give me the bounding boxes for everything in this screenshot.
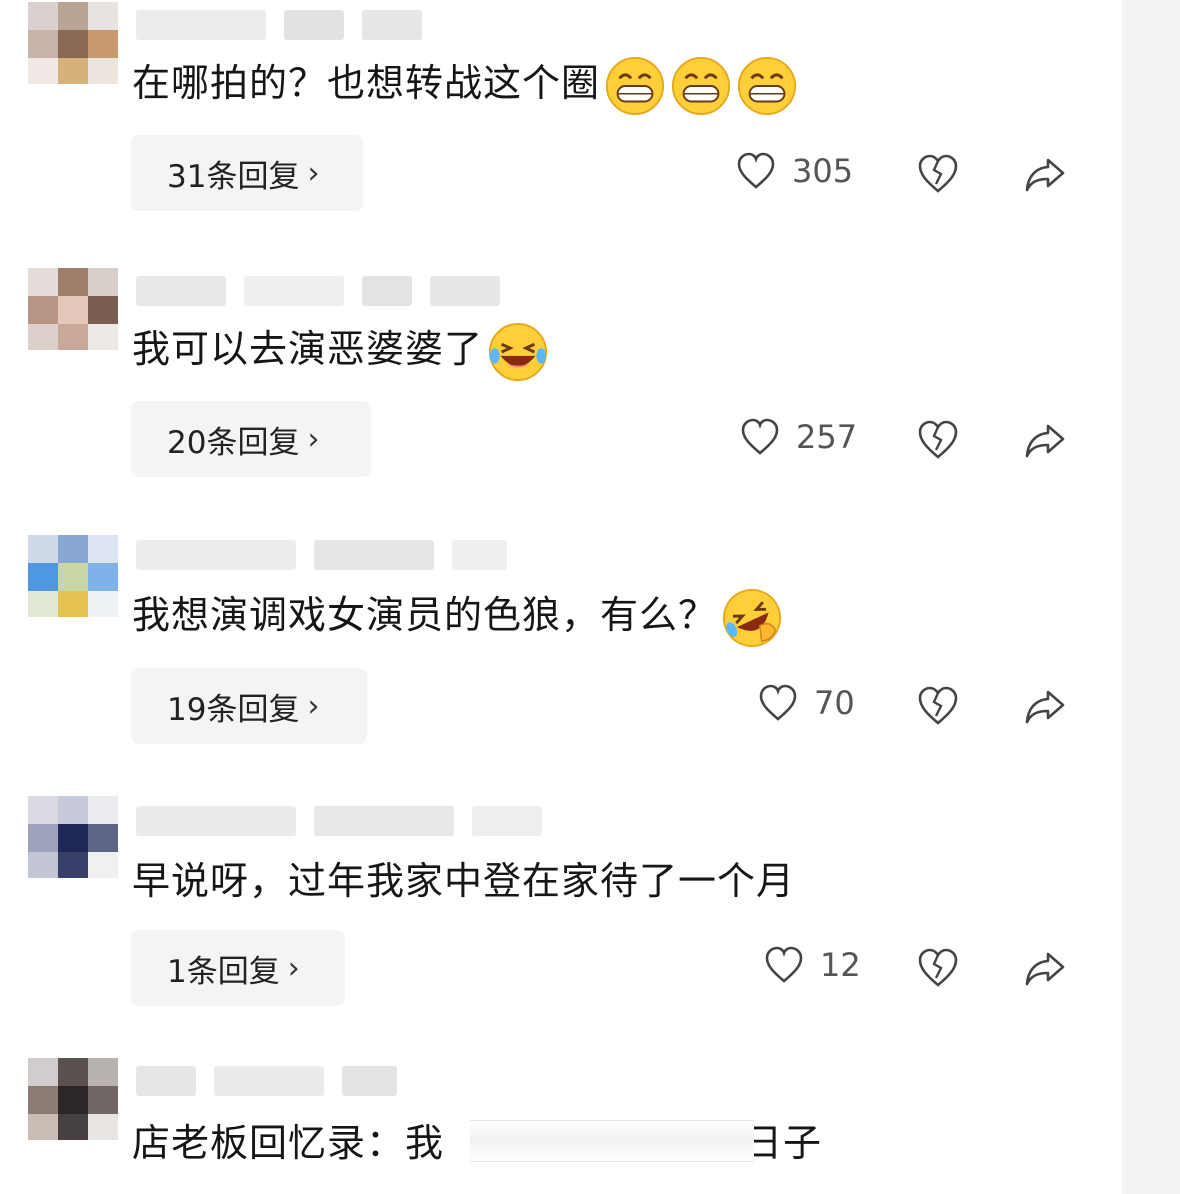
- chevron-right-icon: ›: [287, 950, 300, 986]
- heart-outline-icon: [759, 684, 797, 721]
- redaction-bar: [470, 1120, 754, 1162]
- like-count: 12: [820, 946, 861, 984]
- username-redacted: [136, 806, 542, 836]
- view-replies-button[interactable]: 1条回复 ›: [131, 930, 345, 1006]
- avatar[interactable]: [28, 535, 118, 617]
- username-redacted: [136, 540, 507, 570]
- share-arrow-icon: [1025, 424, 1065, 458]
- broken-heart-icon: [918, 420, 958, 459]
- username-redacted: [136, 1066, 397, 1096]
- chevron-right-icon: ›: [307, 688, 320, 724]
- share-arrow-icon: [1025, 158, 1065, 192]
- laugh-emoji: [488, 322, 548, 381]
- grin-emoji: [605, 56, 665, 115]
- like-button[interactable]: 305: [736, 152, 853, 190]
- like-count: 305: [792, 152, 854, 190]
- comment-text: 我可以去演恶婆婆了: [132, 318, 549, 383]
- chevron-right-icon: ›: [307, 421, 320, 457]
- comment-text: 早说呀，过年我家中登在家待了一个月: [132, 859, 796, 903]
- reply-count: 31条回复: [167, 158, 300, 195]
- broken-heart-icon: [918, 154, 958, 193]
- share-arrow-icon: [1025, 690, 1065, 724]
- share-button[interactable]: [1023, 946, 1067, 990]
- heart-outline-icon: [765, 946, 803, 983]
- heart-outline-icon: [741, 418, 779, 455]
- view-replies-button[interactable]: 19条回复 ›: [131, 668, 367, 744]
- avatar[interactable]: [28, 268, 118, 350]
- broken-heart-icon: [918, 686, 958, 725]
- like-button[interactable]: 257: [740, 418, 857, 456]
- chevron-right-icon: ›: [307, 155, 320, 191]
- grin-emoji: [737, 56, 797, 115]
- username-redacted: [136, 276, 500, 306]
- reply-count: 19条回复: [167, 691, 300, 728]
- avatar[interactable]: [28, 2, 118, 84]
- avatar[interactable]: [28, 796, 118, 878]
- like-count: 70: [814, 684, 855, 722]
- like-button[interactable]: 70: [758, 684, 855, 722]
- dislike-button[interactable]: [916, 152, 960, 196]
- dislike-button[interactable]: [916, 418, 960, 462]
- view-replies-button[interactable]: 31条回复 ›: [131, 135, 363, 211]
- comment-text: 我想演调戏女演员的色狼，有么？: [132, 584, 783, 649]
- share-button[interactable]: [1023, 152, 1067, 196]
- like-button[interactable]: 12: [764, 946, 861, 984]
- reply-count: 20条回复: [167, 424, 300, 461]
- share-arrow-icon: [1025, 952, 1065, 986]
- share-button[interactable]: [1023, 684, 1067, 728]
- rofl-emoji: [722, 588, 782, 647]
- reply-count: 1条回复: [167, 953, 280, 990]
- like-count: 257: [796, 418, 858, 456]
- broken-heart-icon: [918, 948, 958, 987]
- dislike-button[interactable]: [916, 684, 960, 728]
- heart-outline-icon: [737, 152, 775, 189]
- dislike-button[interactable]: [916, 946, 960, 990]
- avatar[interactable]: [28, 1058, 118, 1140]
- username-redacted: [136, 10, 422, 40]
- comment-text: 在哪拍的？也想转战这个圈: [132, 52, 798, 117]
- share-button[interactable]: [1023, 418, 1067, 462]
- view-replies-button[interactable]: 20条回复 ›: [131, 401, 371, 477]
- scroll-gutter: [1122, 0, 1180, 1194]
- grin-emoji: [671, 56, 731, 115]
